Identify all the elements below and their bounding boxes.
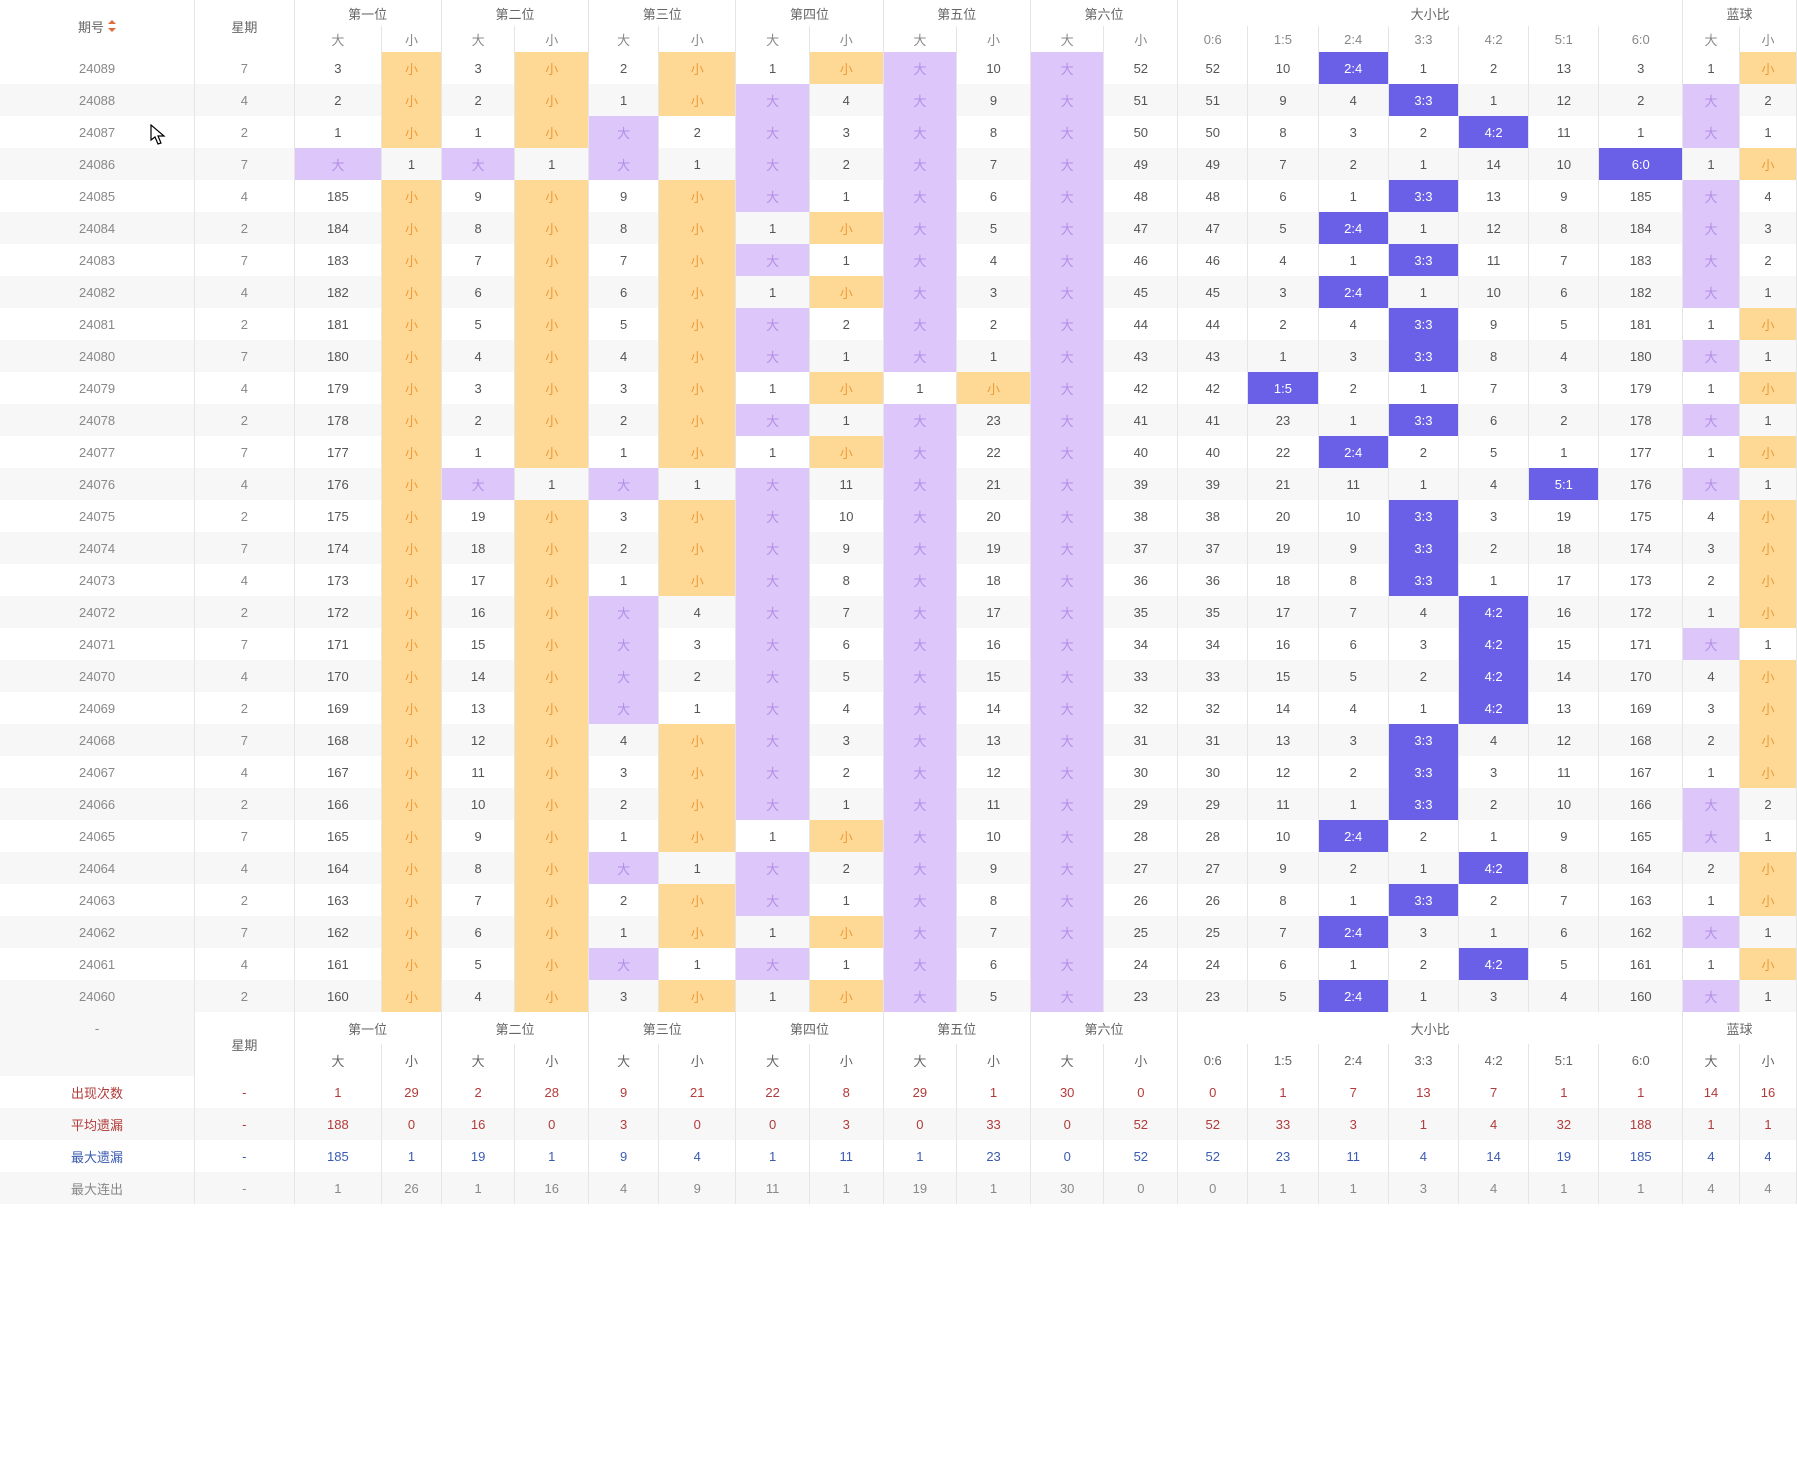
table-row: 240674167小11小3小大2大12大30301223:33111671小 bbox=[0, 756, 1797, 788]
footer-header: -星期第一位第二位第三位第四位第五位第六位大小比蓝球大小大小大小大小大小大小0:… bbox=[0, 1012, 1797, 1076]
table-row: 240824182小6小6小1小大3大454532:41106182大1 bbox=[0, 276, 1797, 308]
table-header: 期号星期第一位第二位第三位第四位第五位第六位大小比蓝球大小大小大小大小大小大小0… bbox=[0, 0, 1797, 52]
table-row: 240867大1大1大1大2大7大494972114106:01小 bbox=[0, 148, 1797, 180]
table-row: 240777177小1小1小1小大22大4040222:42511771小 bbox=[0, 436, 1797, 468]
table-row: 240752175小19小3小大10大20大383820103:33191754… bbox=[0, 500, 1797, 532]
table-row: 240722172小16小大4大7大17大353517744:2161721小 bbox=[0, 596, 1797, 628]
table-row: 240657165小9小1小1小大10大2828102:4219165大1 bbox=[0, 820, 1797, 852]
table-row: 240837183小7小7小大1大4大4646413:3117183大2 bbox=[0, 244, 1797, 276]
table-row: 240842184小8小8小1小大5大474752:41128184大3 bbox=[0, 212, 1797, 244]
table-row: 240614161小5小大1大1大6大24246124:251611小 bbox=[0, 948, 1797, 980]
sort-icon bbox=[106, 20, 116, 32]
table-row: 240627162小6小1小1小大7大252572:4316162大1 bbox=[0, 916, 1797, 948]
sort-issue[interactable]: 期号 bbox=[78, 17, 116, 36]
table-row: 240854185小9小9小大1大6大4848613:3139185大4 bbox=[0, 180, 1797, 212]
stat-row: 最大连出-12611649111191300011341144 bbox=[0, 1172, 1797, 1204]
table-row: 240602160小4小3小1小大5大232352:4134160大1 bbox=[0, 980, 1797, 1012]
table-row: 240644164小8小大1大2大9大27279214:281642小 bbox=[0, 852, 1797, 884]
table-row: 240704170小14小大2大5大15大333315524:2141704小 bbox=[0, 660, 1797, 692]
table-row: 240807180小4小4小大1大1大4343133:384180大1 bbox=[0, 340, 1797, 372]
stat-row: 出现次数-129228921228291300017137111416 bbox=[0, 1076, 1797, 1108]
table-row: 240692169小13小大1大4大14大323214414:2131693小 bbox=[0, 692, 1797, 724]
table-row: 240794179小3小3小1小1小大42421:521731791小 bbox=[0, 372, 1797, 404]
stats-rows: 出现次数-129228921228291300017137111416平均遗漏-… bbox=[0, 1076, 1797, 1204]
table-row: 240687168小12小4小大3大13大31311333:34121682小 bbox=[0, 724, 1797, 756]
data-rows: 2408973小3小2小1小大10大5252102:4121331小240884… bbox=[0, 52, 1797, 1012]
table-row: 240662166小10小2小大1大11大29291113:3210166大2 bbox=[0, 788, 1797, 820]
lottery-trend-table: 期号星期第一位第二位第三位第四位第五位第六位大小比蓝球大小大小大小大小大小大小0… bbox=[0, 0, 1797, 1204]
stat-row: 平均遗漏-1880160300303305252333143218811 bbox=[0, 1108, 1797, 1140]
table-row: 2408721小1小大2大3大8大50508324:2111大1 bbox=[0, 116, 1797, 148]
table-row: 240717171小15小大3大6大16大343416634:215171大1 bbox=[0, 628, 1797, 660]
table-row: 2408842小2小1小大4大9大5151943:31122大2 bbox=[0, 84, 1797, 116]
table-row: 240632163小7小2小大1大8大2626813:3271631小 bbox=[0, 884, 1797, 916]
table-row: 240764176小大1大1大11大21大39392111145:1176大1 bbox=[0, 468, 1797, 500]
table-row: 240782178小2小2小大1大23大41412313:362178大1 bbox=[0, 404, 1797, 436]
table-row: 240734173小17小1小大8大18大36361883:31171732小 bbox=[0, 564, 1797, 596]
table-row: 240812181小5小5小大2大2大4444243:3951811小 bbox=[0, 308, 1797, 340]
table-row: 240747174小18小2小大9大19大37371993:32181743小 bbox=[0, 532, 1797, 564]
stat-row: 最大遗漏-1851191941111230525223114141918544 bbox=[0, 1140, 1797, 1172]
table-row: 2408973小3小2小1小大10大5252102:4121331小 bbox=[0, 52, 1797, 84]
